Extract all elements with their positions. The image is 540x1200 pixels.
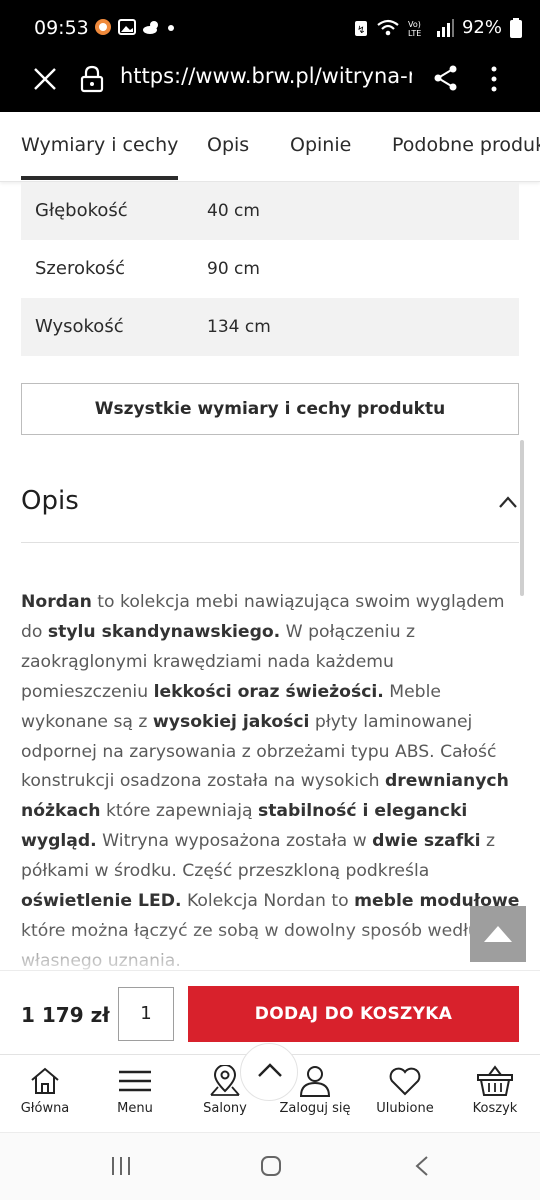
spec-value: 134 cm (207, 317, 271, 337)
description-bold-segment: stylu skandynawskiego. (47, 621, 281, 642)
description-bold-segment: oświetlenie LED. (21, 891, 182, 912)
status-time: 09:53 (34, 17, 89, 39)
user-icon (299, 1066, 331, 1097)
svg-text:↯: ↯ (357, 25, 365, 36)
description-segment: Witryna wyposażona została w (96, 831, 373, 852)
nav-item-cart[interactable]: Koszyk (450, 1065, 540, 1116)
svg-text:LTE: LTE (408, 29, 421, 38)
nav-label: Menu (117, 1101, 153, 1116)
collapse-nav-button[interactable] (240, 1043, 298, 1101)
tab-opinie[interactable]: Opinie (290, 134, 351, 156)
description-bold-segment: lekkości oraz świeżości. (153, 681, 384, 702)
basket-icon (477, 1065, 513, 1096)
add-to-cart-button[interactable]: DODAJ DO KOSZYKA (188, 986, 519, 1042)
nav-item-menu[interactable]: Menu (90, 1065, 180, 1116)
weather-icon (142, 18, 160, 36)
spec-value: 40 cm (207, 201, 260, 221)
gallery-icon (118, 18, 136, 36)
browser-toolbar: https://www.brw.pl/witryna-nordan (0, 58, 540, 112)
signal-icon (436, 18, 454, 37)
description-text: Nordan to kolekcja mebi nawiązująca swoi… (21, 588, 521, 977)
product-tabs: Wymiary i cechy Opis Opinie Podobne prod… (0, 112, 540, 182)
volte-icon: Vo)LTE (408, 20, 421, 38)
chevron-up-icon[interactable] (498, 494, 518, 508)
quantity-input[interactable]: 1 (118, 987, 174, 1041)
tab-podobne[interactable]: Podobne produkty (392, 134, 540, 156)
wifi-icon (377, 19, 399, 35)
all-specs-button[interactable]: Wszystkie wymiary i cechy produktu (21, 383, 519, 435)
home-icon (31, 1067, 59, 1094)
recent-apps-icon[interactable] (110, 1155, 132, 1181)
more-notifications-icon (166, 18, 184, 36)
svg-text:Vo): Vo) (408, 20, 421, 29)
lock-icon[interactable] (80, 65, 104, 93)
nav-item-home[interactable]: Główna (0, 1065, 90, 1116)
description-bold-segment: wysokiej jakości (152, 711, 310, 732)
spec-value: 90 cm (207, 259, 260, 279)
battery-percent: 92% (461, 17, 502, 38)
nav-label: Zaloguj się (279, 1101, 351, 1116)
spec-row: Szerokość 90 cm (21, 240, 519, 298)
heart-icon (389, 1067, 421, 1096)
url-text[interactable]: https://www.brw.pl/witryna-nordan (120, 64, 412, 88)
status-bar: 09:53 ↯ Vo) LTE 92% (0, 0, 540, 58)
nav-label: Główna (20, 1101, 70, 1116)
home-button-icon[interactable] (260, 1155, 282, 1181)
description-heading[interactable]: Opis (21, 486, 79, 516)
share-icon[interactable] (432, 64, 460, 92)
tab-opis[interactable]: Opis (207, 134, 249, 156)
map-pin-icon (210, 1065, 240, 1096)
divider (21, 542, 519, 543)
description-bold-segment: Nordan (21, 592, 92, 612)
data-saver-icon: ↯ (354, 20, 367, 36)
description-segment: które zapewniają (100, 801, 258, 822)
system-navigation-bar (0, 1132, 540, 1200)
nav-label: Ulubione (376, 1101, 434, 1116)
spec-name: Wysokość (35, 316, 124, 337)
nav-label: Koszyk (472, 1101, 518, 1116)
battery-icon (510, 17, 522, 38)
purchase-bar: 1 179 zł 1 DODAJ DO KOSZYKA (0, 970, 540, 1054)
more-options-icon[interactable] (484, 64, 504, 94)
close-icon[interactable] (32, 66, 58, 92)
description-segment: Kolekcja Nordan to (181, 891, 355, 912)
menu-icon (119, 1070, 151, 1092)
scroll-to-top-button[interactable] (470, 906, 526, 962)
arrow-up-icon (484, 926, 512, 942)
chevron-up-icon (258, 1063, 282, 1077)
app-notification-icon (94, 18, 112, 36)
back-icon[interactable] (414, 1155, 430, 1181)
page-scrollbar[interactable] (520, 440, 524, 596)
spec-row: Głębokość 40 cm (21, 182, 519, 240)
spec-name: Szerokość (35, 258, 126, 279)
product-price: 1 179 zł (21, 1003, 110, 1027)
spec-name: Głębokość (35, 200, 128, 221)
description-bold-segment: dwie szafki (372, 831, 481, 852)
tab-wymiary[interactable]: Wymiary i cechy (21, 134, 179, 180)
nav-label: Salony (203, 1101, 247, 1116)
spec-row: Wysokość 134 cm (21, 298, 519, 356)
nav-item-favorites[interactable]: Ulubione (360, 1065, 450, 1116)
